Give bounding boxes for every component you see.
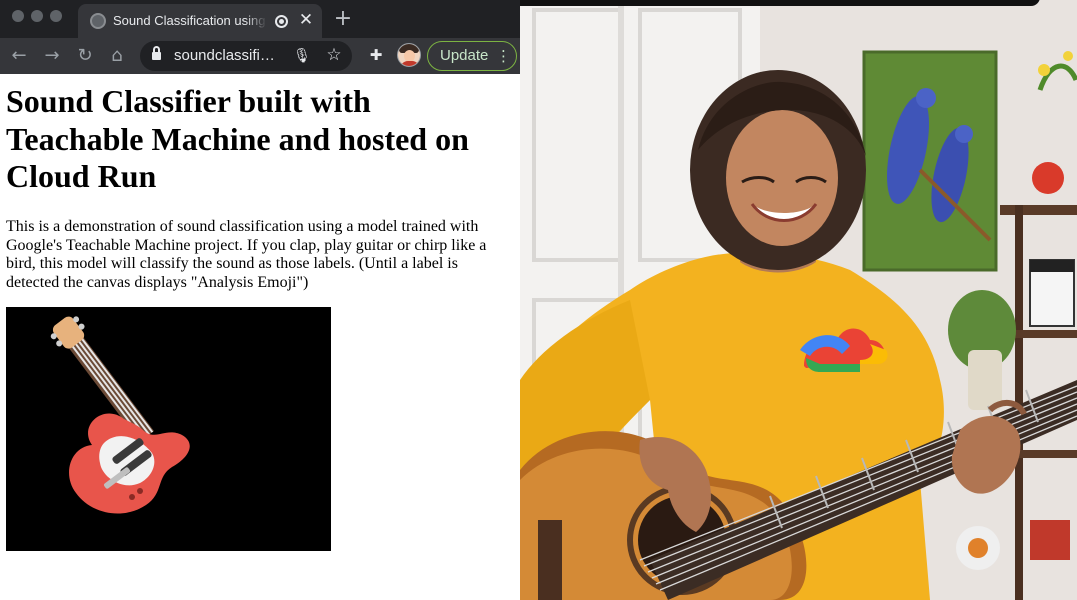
analysis-canvas (6, 307, 331, 551)
presenter-scene (520, 0, 1077, 600)
guitar-emoji (50, 316, 190, 514)
tab-strip: Sound Classification using Teachable Mac… (0, 0, 520, 38)
update-button[interactable]: Update ⋮ (427, 41, 517, 71)
page-description: This is a demonstration of sound classif… (6, 218, 487, 291)
tab-title-fade (245, 10, 267, 32)
plus-icon[interactable]: + (332, 8, 354, 30)
tab-title: Sound Classification using Teachable Mac… (113, 13, 265, 28)
address-bar[interactable]: soundclassifi… 🎙 ☆ (140, 41, 352, 71)
reload-icon[interactable]: ↻ (74, 45, 96, 67)
tab-sound-classification[interactable]: Sound Classification using Teachable Mac… (78, 4, 322, 38)
arrow-right-icon[interactable]: → (41, 45, 63, 67)
microphone-icon[interactable]: 🎙 (292, 46, 312, 66)
window-close-control[interactable] (12, 10, 24, 22)
browser-toolbar: ← → ↻ ⌂ soundclassifi… 🎙 ☆ ✚ Update ⋮ (0, 38, 520, 74)
window-minimize-control[interactable] (31, 10, 43, 22)
lock-icon[interactable] (152, 46, 161, 61)
page-title: Sound Classifier built with Teachable Ma… (6, 83, 469, 194)
home-icon[interactable]: ⌂ (106, 45, 128, 67)
update-label: Update (440, 47, 489, 64)
kebab-menu-icon[interactable]: ⋮ (496, 46, 511, 66)
web-page: Sound Classifier built with Teachable Ma… (0, 74, 520, 600)
browser-window: Sound Classification using Teachable Mac… (0, 0, 520, 600)
arrow-left-icon[interactable]: ← (8, 45, 30, 67)
avatar[interactable] (397, 43, 421, 67)
star-icon[interactable]: ☆ (324, 45, 344, 65)
close-icon[interactable]: ✕ (296, 10, 316, 30)
url-text[interactable]: soundclassifi… (174, 46, 286, 66)
recording-icon (275, 15, 288, 28)
window-zoom-control[interactable] (50, 10, 62, 22)
puzzle-icon[interactable]: ✚ (366, 45, 386, 65)
presenter-video (520, 0, 1077, 600)
globe-icon (90, 13, 106, 29)
